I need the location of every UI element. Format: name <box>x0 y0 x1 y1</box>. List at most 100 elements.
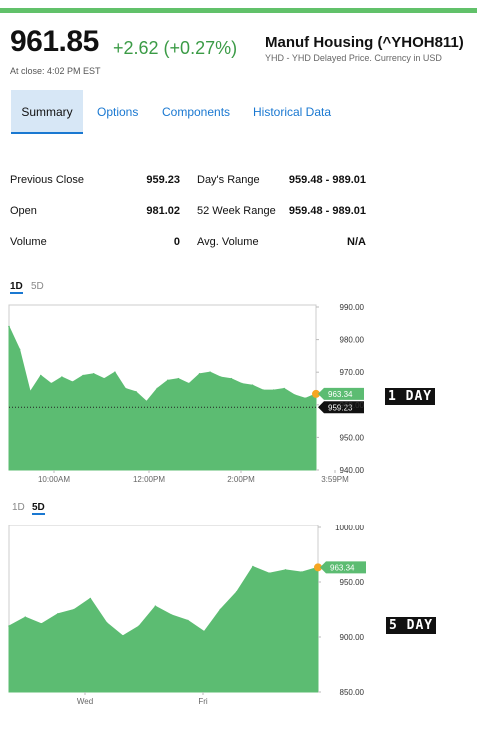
x-tick-label: 3:59PM <box>321 475 349 482</box>
data-point <box>187 619 189 622</box>
data-point <box>40 623 43 625</box>
data-point <box>262 389 264 391</box>
data-point <box>138 625 140 627</box>
data-point <box>145 400 148 403</box>
data-point <box>50 382 53 385</box>
y-tick-label: 950.00 <box>340 578 365 587</box>
week52-range-value: 959.48 - 989.01 <box>288 205 366 217</box>
tab-components[interactable]: Components <box>162 90 230 134</box>
data-point <box>154 605 157 607</box>
open-label: Open <box>10 205 37 217</box>
data-point <box>8 625 10 627</box>
data-point <box>57 613 59 615</box>
five-day-stamp: 5 DAY <box>386 617 437 634</box>
data-point <box>230 377 233 380</box>
security-name: Manuf Housing (^YHOH811) <box>265 34 464 51</box>
data-point <box>82 374 84 377</box>
data-point <box>272 389 275 391</box>
chart2-tab-1d[interactable]: 1D <box>12 502 25 513</box>
data-point <box>241 382 243 385</box>
data-point <box>29 391 32 393</box>
quote-price: 961.85 <box>10 25 99 58</box>
top-accent-bar <box>0 8 477 13</box>
data-point <box>103 377 106 380</box>
current-price-badge: 963.34 <box>320 561 366 574</box>
one-day-stamp: 1 DAY <box>385 388 436 405</box>
y-tick-label: 850.00 <box>340 688 365 697</box>
data-point <box>135 391 137 393</box>
chart1-tab-5d[interactable]: 5D <box>31 281 44 292</box>
data-point <box>284 569 287 571</box>
data-point <box>92 373 95 375</box>
price-area <box>8 565 319 693</box>
y-tick-label: 950.00 <box>340 433 365 442</box>
previous-close-label: Previous Close <box>10 174 84 186</box>
intraday-chart[interactable]: 959.23963.34990.00980.00970.00960.00950.… <box>6 304 366 482</box>
data-point <box>188 382 190 385</box>
data-point <box>71 381 74 383</box>
data-point <box>304 397 307 400</box>
data-point <box>252 565 254 568</box>
data-point <box>24 616 27 618</box>
current-price-badge-text: 963.34 <box>330 563 355 572</box>
y-tick-label: 900.00 <box>340 633 365 642</box>
data-point <box>235 591 238 593</box>
y-tick-label: 1000.00 <box>335 525 364 532</box>
data-point <box>40 374 42 377</box>
security-subtitle: YHD - YHD Delayed Price. Currency in USD <box>265 53 442 63</box>
tab-summary[interactable]: Summary <box>11 90 83 134</box>
data-point <box>61 376 63 378</box>
avg-volume-value: N/A <box>347 236 366 248</box>
chart1-tab-1d[interactable]: 1D <box>10 281 23 294</box>
quote-change: +2.62 (+0.27%) <box>113 38 238 58</box>
week52-range-label: 52 Week Range <box>197 205 276 217</box>
x-tick-label: 2:00PM <box>227 475 255 482</box>
data-point <box>124 387 127 390</box>
avg-volume-label: Avg. Volume <box>197 236 259 248</box>
y-tick-label: 990.00 <box>340 304 365 312</box>
chart2-tab-5d[interactable]: 5D <box>32 502 45 515</box>
y-tick-label: 960.00 <box>340 401 365 410</box>
data-point <box>219 608 222 611</box>
data-point <box>177 377 180 380</box>
days-range-value: 959.48 - 989.01 <box>288 174 366 186</box>
current-price-badge: 963.34 <box>318 387 364 400</box>
x-tick-label: 12:00PM <box>133 475 165 482</box>
data-point <box>203 630 205 633</box>
tab-historical-data[interactable]: Historical Data <box>253 90 331 134</box>
data-point <box>209 371 211 373</box>
y-tick-label: 980.00 <box>340 336 365 345</box>
days-range-label: Day's Range <box>197 174 260 186</box>
open-value: 981.02 <box>146 205 180 217</box>
data-point <box>114 371 116 373</box>
data-point <box>170 614 173 616</box>
volume-value: 0 <box>173 236 180 248</box>
data-point <box>294 394 296 396</box>
data-point <box>251 384 254 386</box>
data-point <box>8 325 10 328</box>
close-time: At close: 4:02 PM EST <box>10 66 101 76</box>
data-point <box>73 608 75 611</box>
five-day-chart[interactable]: 963.34 1000.00 950.00 900.00 850.00 Wed Fri <box>6 525 366 713</box>
data-point <box>156 387 158 390</box>
price-area <box>8 326 317 471</box>
data-point <box>300 571 303 573</box>
x-tick-label: Wed <box>77 697 93 706</box>
volume-label: Volume <box>10 236 47 248</box>
previous-close-value: 959.23 <box>146 174 180 186</box>
tab-options[interactable]: Options <box>97 90 138 134</box>
x-tick-label: Fri <box>198 697 208 706</box>
data-point <box>105 621 108 624</box>
data-point <box>167 379 169 382</box>
data-point <box>122 635 124 637</box>
data-point <box>18 348 21 351</box>
x-tick-label: 10:00AM <box>38 475 70 482</box>
data-point <box>219 376 222 378</box>
y-tick-label: 940.00 <box>340 466 365 475</box>
y-tick-label: 970.00 <box>340 368 365 377</box>
current-price-badge-text: 963.34 <box>328 390 353 399</box>
data-point <box>268 572 271 574</box>
data-point <box>89 597 92 600</box>
data-point <box>198 373 201 375</box>
data-point <box>283 387 286 390</box>
